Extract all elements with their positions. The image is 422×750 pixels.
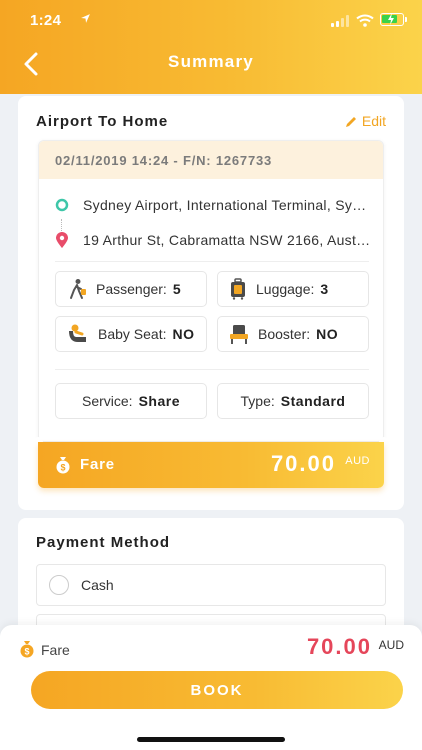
location-arrow-icon (81, 14, 90, 23)
status-time: 1:24 (30, 12, 62, 29)
passenger-value: 5 (172, 281, 182, 297)
suitcase-icon (228, 278, 248, 300)
wifi-icon (356, 14, 374, 27)
radio-button[interactable] (49, 575, 69, 595)
svg-text:$: $ (24, 647, 29, 657)
coin-bag-icon: $ (56, 457, 70, 474)
trip-summary-card: Airport To Home Edit 02/11/2019 14:24 - … (18, 96, 404, 510)
luggage-pill: Luggage: 3 (217, 271, 369, 307)
service-label: Service: (82, 393, 133, 409)
trip-title: Airport To Home (36, 113, 169, 130)
booster-seat-icon (228, 323, 250, 345)
payment-option-cash[interactable]: Cash (36, 564, 386, 606)
fare-amount: 70.00 (270, 451, 336, 476)
pickup-circle-icon (53, 198, 71, 212)
book-button[interactable]: BOOK (31, 671, 403, 709)
footer-fare-label: Fare (41, 642, 70, 658)
passenger-label: Passenger: (96, 281, 167, 297)
ticket-header: 02/11/2019 14:24 - F/N: 1267733 (39, 141, 383, 179)
baby-seat-icon (66, 323, 90, 345)
bottom-booking-bar: $ Fare 70.00 AUD BOOK (0, 625, 422, 750)
footer-fare-amount: 70.00 (306, 634, 372, 659)
type-value: Standard (280, 393, 346, 409)
edit-label: Edit (361, 113, 386, 129)
divider (55, 261, 369, 262)
map-pin-icon (53, 231, 71, 249)
dropoff-address: 19 Arthur St, Cabramatta NSW 2166, Austr… (83, 232, 373, 248)
type-pill: Type: Standard (217, 383, 369, 419)
footer-fare-currency: AUD (378, 638, 404, 652)
status-bar: 1:24 (0, 0, 422, 40)
cellular-signal-icon (331, 15, 351, 27)
date-flight-number: 02/11/2019 14:24 - F/N: 1267733 (55, 153, 273, 168)
pickup-address: Sydney Airport, International Terminal, … (83, 197, 373, 213)
booster-value: NO (316, 326, 339, 342)
service-value: Share (138, 393, 180, 409)
app-header: 1:24 Summary (0, 0, 422, 94)
walking-person-icon (66, 278, 88, 300)
pencil-icon (345, 116, 356, 127)
home-indicator (137, 737, 285, 742)
trip-ticket: 02/11/2019 14:24 - F/N: 1267733 Sydney A… (38, 140, 384, 442)
fare-bar: $ Fare 70.00 AUD (38, 442, 384, 488)
payment-option-label: Cash (81, 577, 114, 593)
service-pill: Service: Share (55, 383, 207, 419)
dropoff-row: 19 Arthur St, Cabramatta NSW 2166, Austr… (39, 228, 383, 252)
edit-button[interactable]: Edit (345, 113, 386, 129)
payment-title: Payment Method (36, 534, 171, 551)
booster-label: Booster: (258, 326, 311, 342)
fare-currency: AUD (345, 455, 370, 467)
baby-seat-value: NO (172, 326, 195, 342)
fare-label: Fare (80, 456, 115, 473)
page-title: Summary (168, 52, 254, 71)
type-label: Type: (240, 393, 275, 409)
divider (55, 369, 369, 370)
baby-seat-pill: Baby Seat: NO (55, 316, 207, 352)
svg-text:$: $ (60, 463, 65, 473)
baby-seat-label: Baby Seat: (98, 326, 167, 342)
luggage-label: Luggage: (256, 281, 315, 297)
battery-icon (380, 13, 407, 26)
luggage-value: 3 (320, 281, 329, 297)
booster-pill: Booster: NO (217, 316, 369, 352)
pickup-row: Sydney Airport, International Terminal, … (39, 193, 383, 217)
coin-bag-icon: $ (20, 641, 34, 658)
passenger-pill: Passenger: 5 (55, 271, 207, 307)
